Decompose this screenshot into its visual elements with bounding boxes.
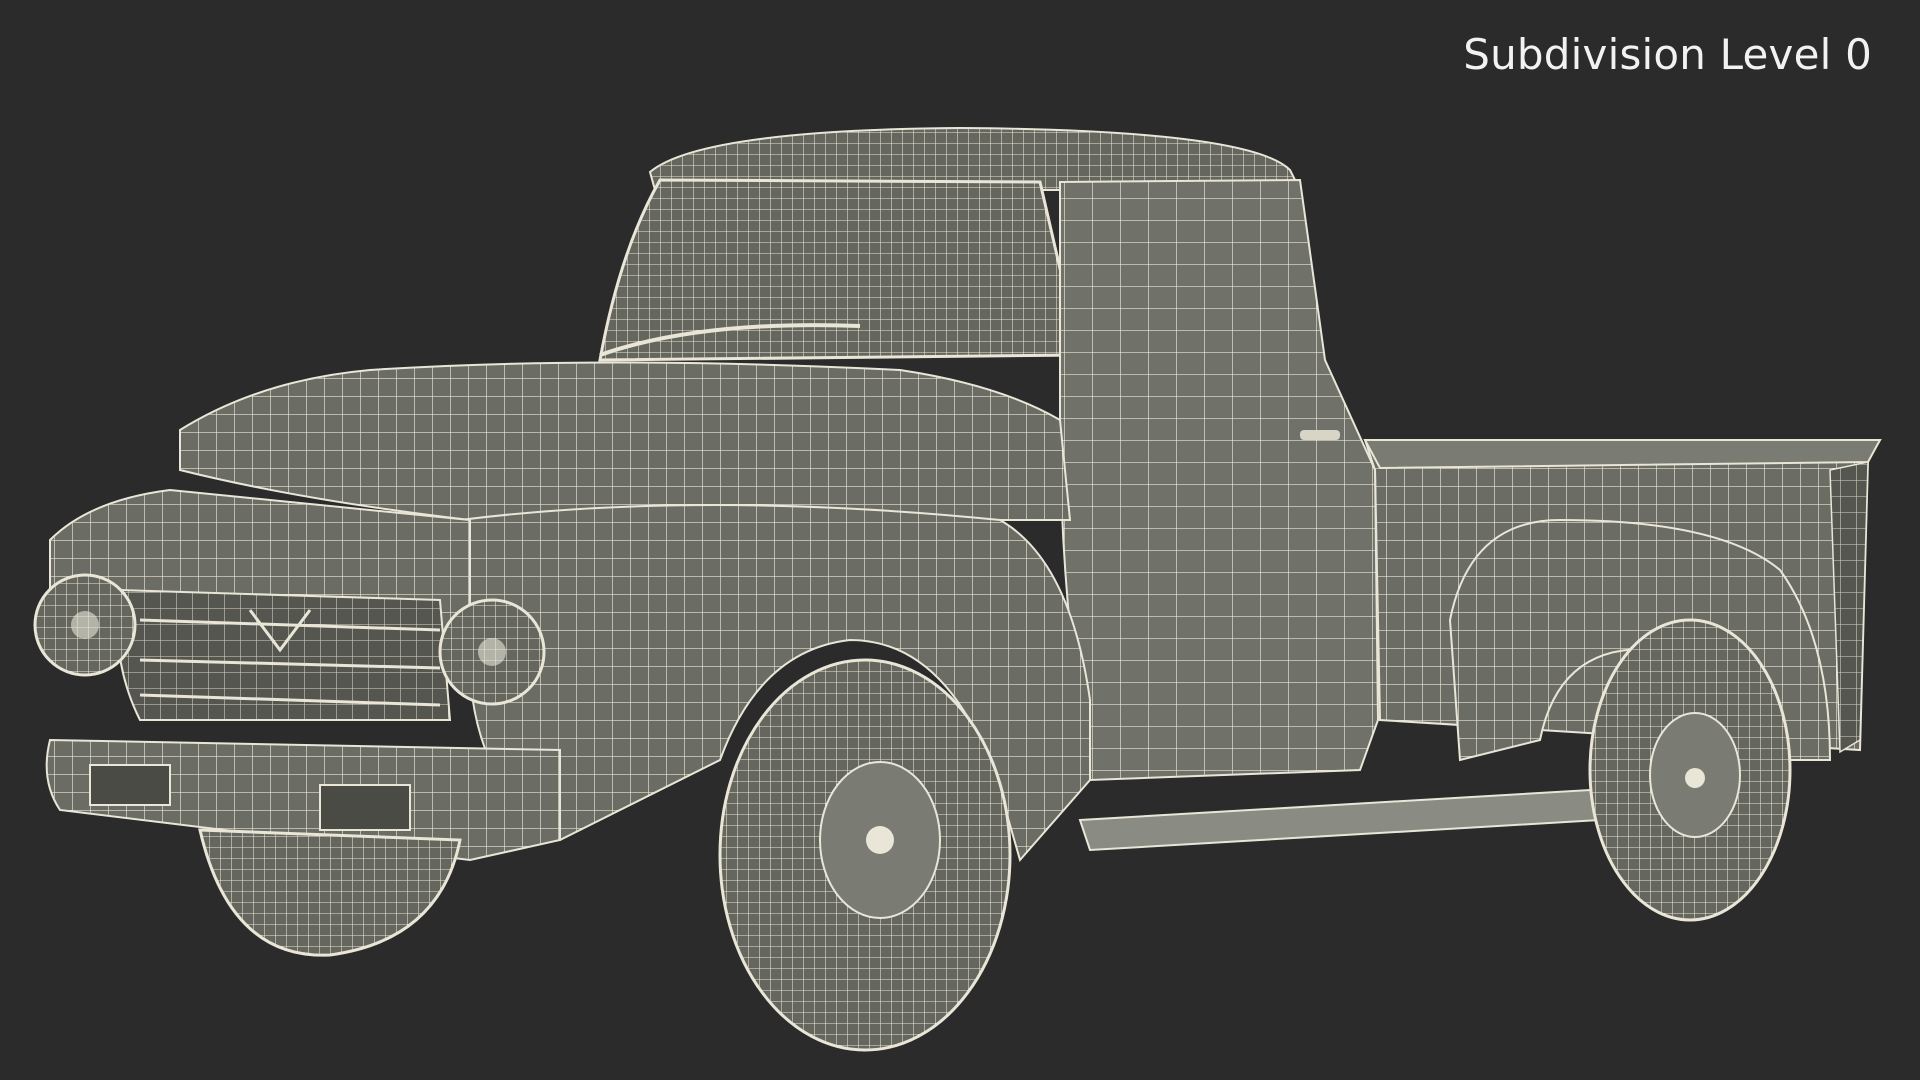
subdivision-level-label: Subdivision Level 0 <box>1463 30 1872 79</box>
render-viewport[interactable]: Subdivision Level 0 <box>0 0 1920 1080</box>
truck-running-board <box>1078 788 1602 852</box>
truck-grille <box>116 588 452 721</box>
truck-wireframe-render <box>33 126 1882 1052</box>
